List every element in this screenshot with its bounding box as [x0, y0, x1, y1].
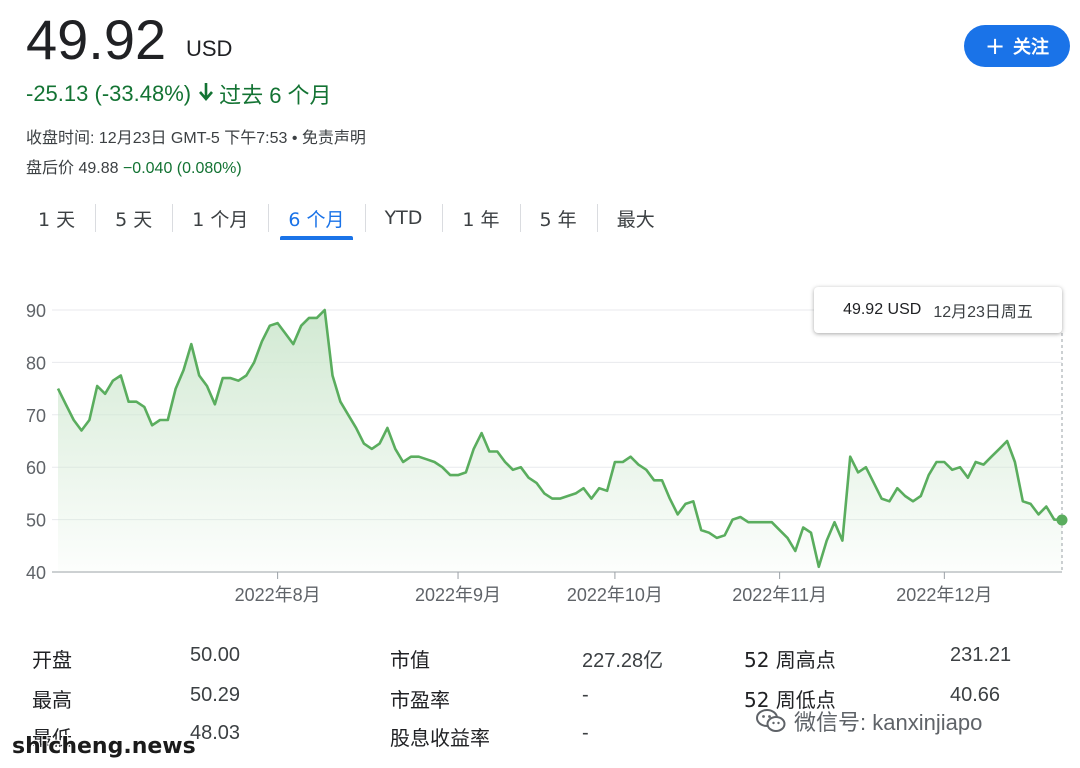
arrow-down-icon — [199, 81, 214, 107]
stat-high-label: 最高 — [32, 688, 72, 712]
stat-pe-label: 市盈率 — [390, 688, 450, 712]
tooltip-value: 49.92 USD — [843, 301, 922, 318]
stat-open-value: 50.00 — [190, 644, 241, 666]
stat-yield-value: - — [582, 722, 589, 744]
stat-high-value: 50.29 — [190, 684, 241, 706]
area-fill — [58, 310, 1062, 572]
range-tabs: 1 天 5 天 1 个月 6 个月 YTD 1 年 5 年 最大 — [18, 196, 675, 242]
x-tick-label: 2022年11月 — [732, 585, 827, 605]
change-value: -25.13 (-33.48%) — [26, 81, 192, 106]
stat-yield-label: 股息收益率 — [390, 726, 490, 750]
y-tick-label: 90 — [26, 301, 46, 321]
after-hours-label: 盘后价 49.88 — [26, 160, 119, 177]
wechat-icon — [756, 708, 786, 734]
follow-button[interactable]: + 关注 — [964, 25, 1070, 67]
last-point-marker — [1056, 514, 1068, 526]
close-info: 收盘时间: 12月23日 GMT-5 下午7:53 • 免责声明 — [26, 130, 366, 147]
stat-mktcap-value: 227.28亿 — [582, 650, 664, 672]
tab-5y[interactable]: 5 年 — [519, 196, 597, 240]
y-tick-label: 70 — [26, 406, 46, 426]
x-tick-label: 2022年8月 — [235, 585, 321, 605]
price-change: -25.13 (-33.48%) 过去 6 个月 — [26, 78, 332, 110]
tab-ytd[interactable]: YTD — [364, 196, 443, 240]
follow-label: 关注 — [1013, 37, 1050, 58]
plus-icon: + — [984, 32, 1006, 60]
tab-1d[interactable]: 1 天 — [18, 196, 95, 240]
after-hours: 盘后价 49.88 −0.040 (0.080%) — [26, 154, 242, 178]
stat-pe-value: - — [582, 684, 589, 706]
stat-52wh-value: 231.21 — [950, 644, 1012, 666]
y-tick-label: 50 — [26, 511, 46, 531]
tooltip-date: 12月23日周五 — [933, 304, 1033, 321]
y-tick-label: 40 — [26, 563, 46, 583]
stat-low-value: 48.03 — [190, 722, 241, 744]
tab-1m[interactable]: 1 个月 — [172, 196, 268, 240]
x-tick-label: 2022年12月 — [896, 585, 992, 605]
y-tick-label: 60 — [26, 458, 46, 478]
tab-1y[interactable]: 1 年 — [442, 196, 519, 240]
tab-5d[interactable]: 5 天 — [95, 196, 172, 240]
period-text: 过去 6 个月 — [219, 83, 332, 108]
stat-open-label: 开盘 — [32, 648, 72, 672]
x-tick-label: 2022年9月 — [415, 585, 501, 605]
stat-52wh-label: 52 周高点 — [744, 648, 836, 672]
tab-6m[interactable]: 6 个月 — [268, 196, 364, 240]
y-tick-label: 80 — [26, 353, 46, 373]
x-tick-label: 2022年10月 — [567, 585, 663, 605]
chart-tooltip: 49.92 USD 12月23日周五 — [814, 287, 1062, 333]
after-hours-change: −0.040 (0.080%) — [122, 160, 242, 177]
currency-label: USD — [186, 36, 233, 61]
watermark-text: 微信号: kanxinjiapo — [794, 710, 983, 735]
site-watermark: shicheng.news — [12, 734, 196, 759]
tab-max[interactable]: 最大 — [596, 196, 675, 240]
stat-52wl-value: 40.66 — [950, 684, 1001, 706]
current-price: 49.92 — [26, 8, 167, 71]
stat-mktcap-label: 市值 — [390, 648, 430, 672]
wechat-watermark: 微信号: kanxinjiapo — [756, 705, 982, 737]
